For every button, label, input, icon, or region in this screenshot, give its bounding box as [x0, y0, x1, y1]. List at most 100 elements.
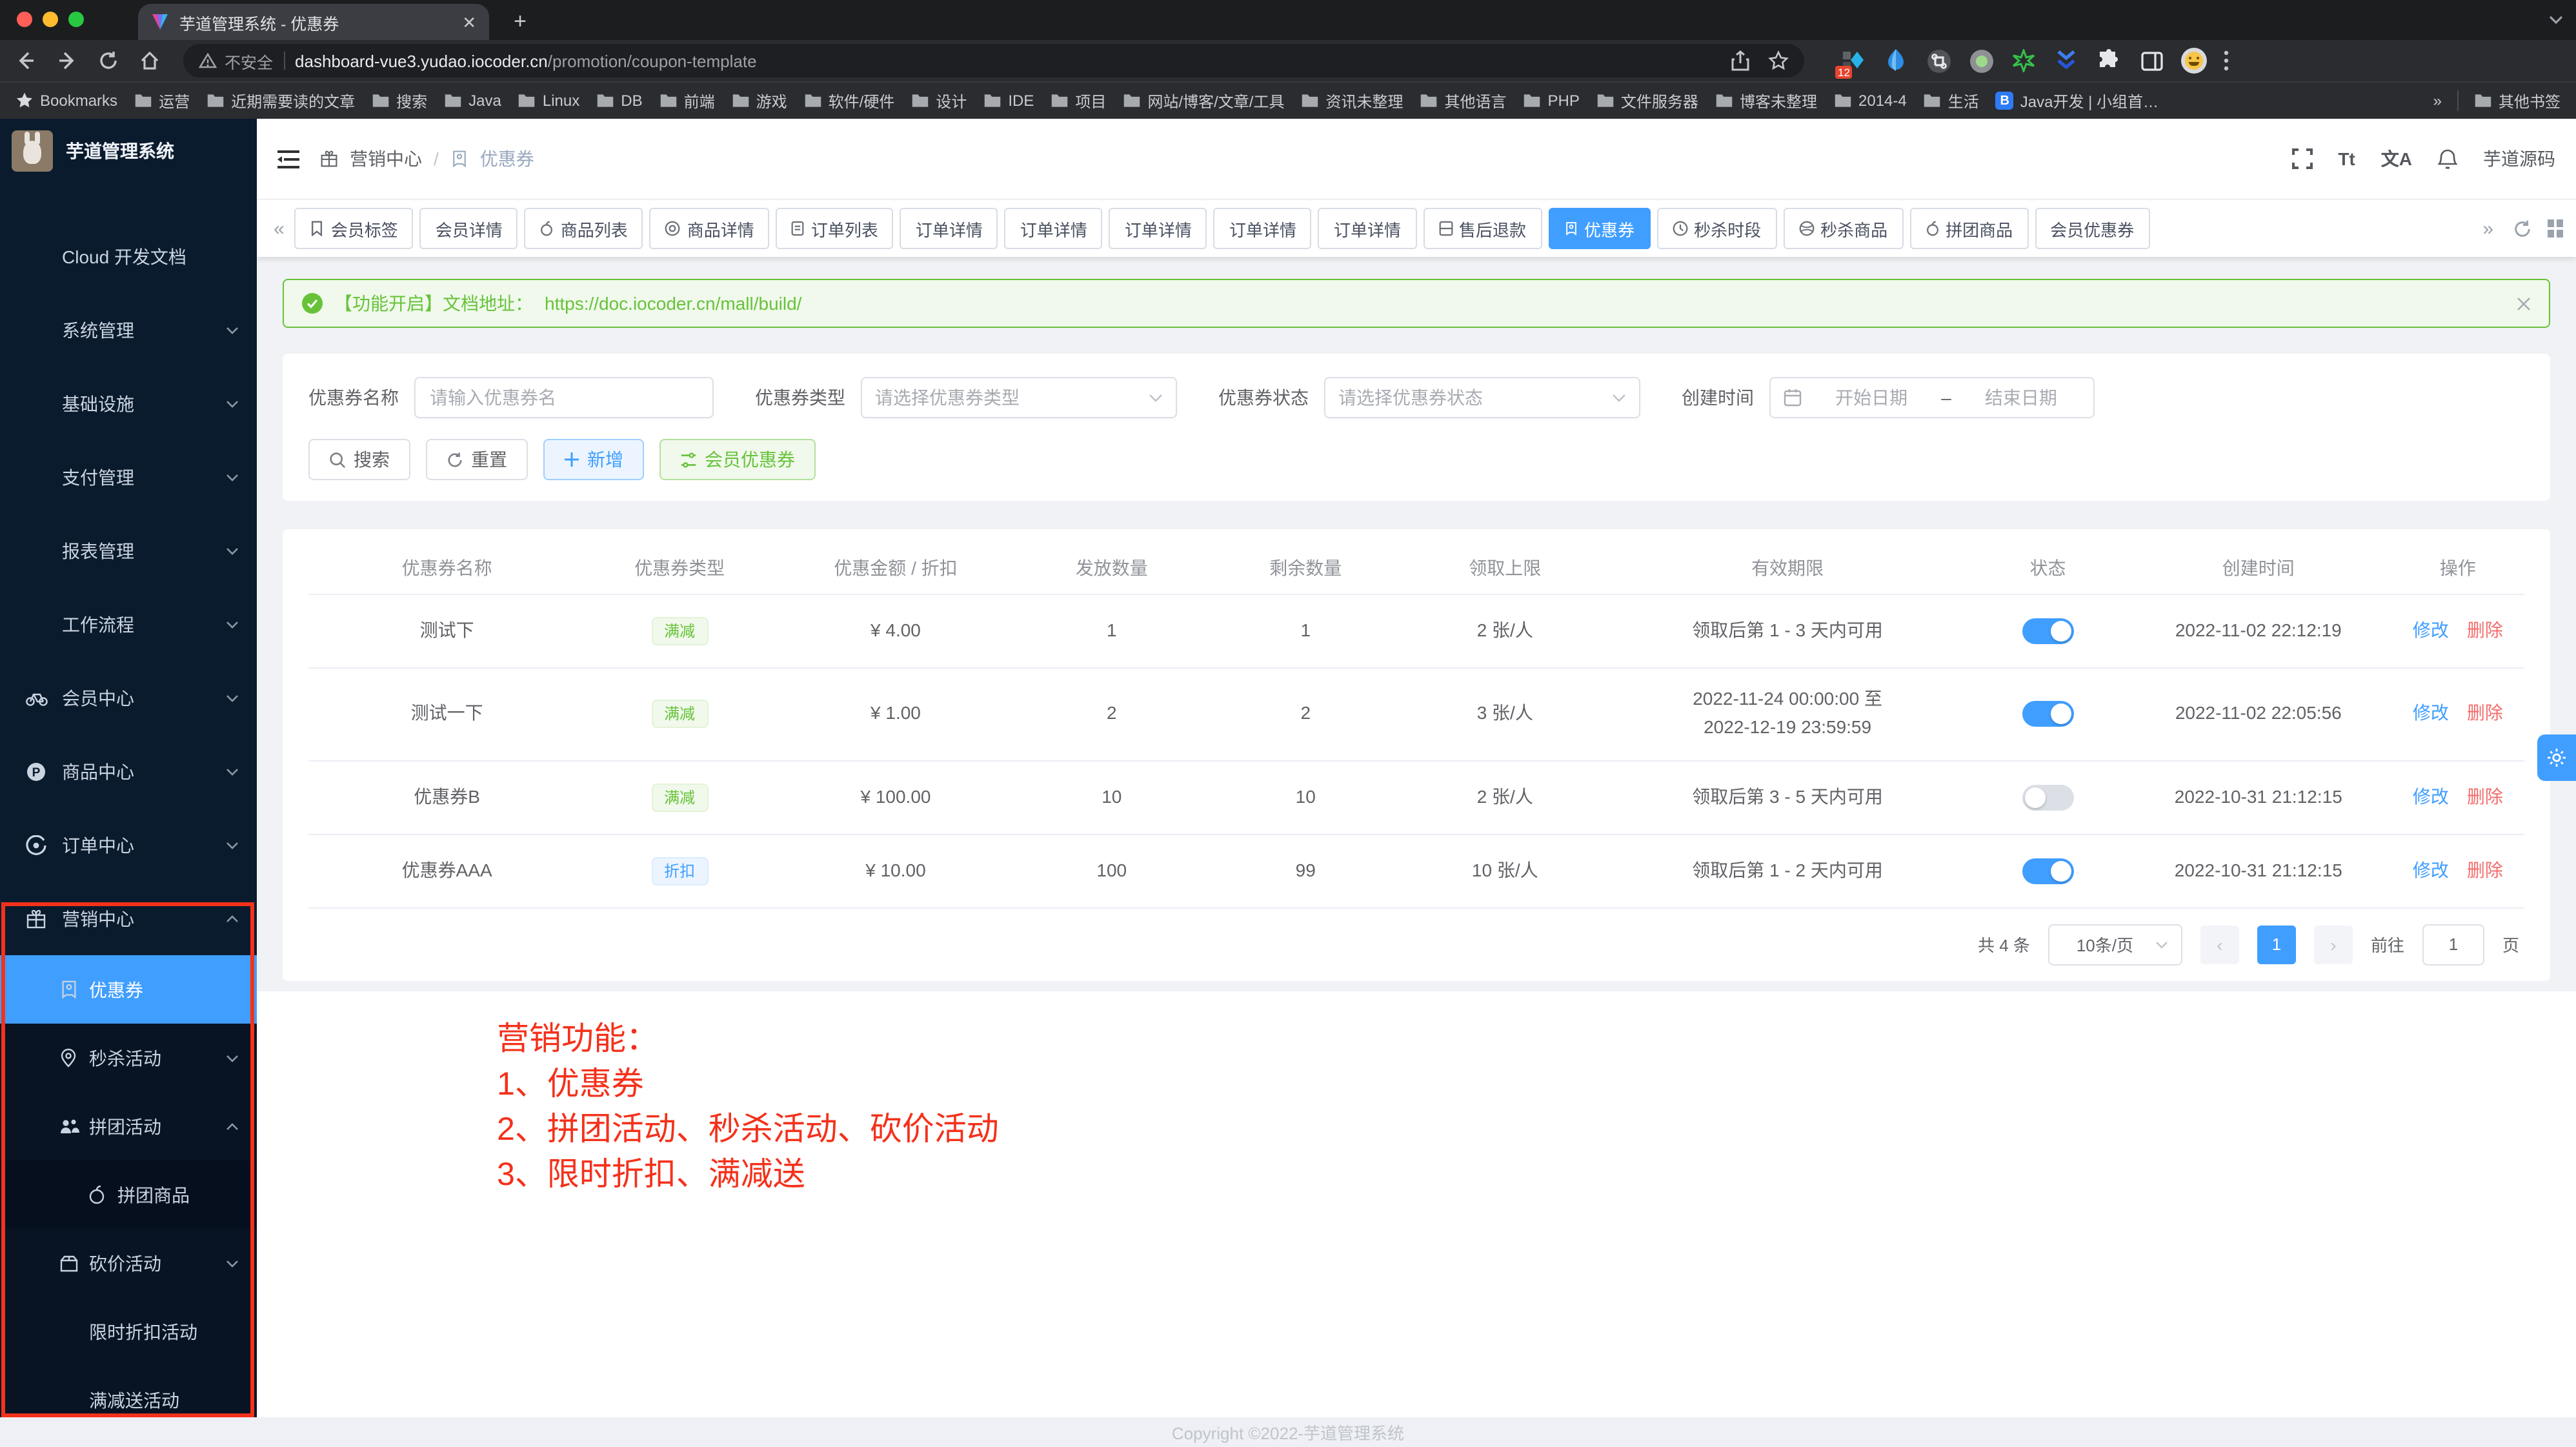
sidebar-item-marketing[interactable]: 营销中心 — [0, 882, 257, 955]
font-size-icon[interactable]: Tt — [2338, 148, 2355, 169]
edit-link[interactable]: 修改 — [2413, 702, 2449, 723]
sidebar-item-coupon[interactable]: 优惠券 — [0, 955, 257, 1024]
delete-link[interactable]: 删除 — [2467, 619, 2503, 640]
tabs-scroll-right[interactable]: » — [2479, 218, 2497, 239]
search-button[interactable]: 搜索 — [308, 439, 410, 480]
window-minimize-button[interactable] — [43, 12, 58, 27]
fullscreen-icon[interactable] — [2291, 148, 2312, 169]
bookmark-folder[interactable]: Java — [444, 92, 501, 110]
status-toggle[interactable] — [2022, 858, 2074, 884]
forward-icon[interactable] — [57, 50, 77, 71]
sidebar-fold-icon[interactable] — [277, 149, 299, 168]
bookmark-folder[interactable]: 设计 — [911, 90, 967, 112]
bookmark-folder[interactable]: PHP — [1524, 92, 1580, 110]
bookmark-folder[interactable]: 资讯未整理 — [1301, 90, 1403, 112]
browser-menu-icon[interactable] — [2224, 50, 2229, 71]
sidebar-item-seckill[interactable]: 秒杀活动 — [0, 1024, 257, 1092]
add-button[interactable]: 新增 — [543, 439, 644, 480]
bookmark-folder[interactable]: 文件服务器 — [1596, 90, 1698, 112]
extension-kite-icon[interactable] — [1883, 48, 1909, 74]
bookmark-folder[interactable]: 游戏 — [732, 90, 787, 112]
bookmark-link-java[interactable]: BJava开发 | 小组首… — [1996, 90, 2158, 112]
browser-tab[interactable]: 芋道管理系统 - 优惠券 ✕ — [138, 4, 489, 40]
page-tab[interactable]: 订单详情 — [1109, 208, 1207, 249]
sidebar-item-payment[interactable]: 支付管理 — [0, 440, 257, 514]
page-tab[interactable]: 秒杀时段 — [1656, 208, 1776, 249]
page-tab[interactable]: 订单详情 — [1214, 208, 1312, 249]
window-zoom-button[interactable] — [68, 12, 84, 27]
goto-page-input[interactable] — [2422, 924, 2484, 965]
alert-doc-link[interactable]: https://doc.iocoder.cn/mall/build/ — [545, 293, 801, 314]
security-chip[interactable]: 不安全 — [199, 48, 273, 73]
page-tab[interactable]: 会员详情 — [420, 208, 518, 249]
app-logo[interactable]: 芋道管理系统 — [0, 119, 257, 183]
bookmark-folder[interactable]: 博客未整理 — [1715, 90, 1817, 112]
status-toggle[interactable] — [2022, 702, 2074, 727]
extension-recorder-icon[interactable] — [1968, 48, 1994, 74]
sidebar-item-workflow[interactable]: 工作流程 — [0, 587, 257, 661]
sidebar-item-time-discount[interactable]: 限时折扣活动 — [0, 1297, 257, 1366]
bookmark-folder[interactable]: 生活 — [1924, 90, 1979, 112]
bookmark-folder[interactable]: DB — [596, 92, 642, 110]
edit-link[interactable]: 修改 — [2413, 619, 2449, 640]
status-toggle[interactable] — [2022, 618, 2074, 644]
page-tab[interactable]: 秒杀商品 — [1783, 208, 1903, 249]
extensions-puzzle-icon[interactable] — [2096, 48, 2122, 74]
bookmark-folder[interactable]: 搜索 — [372, 90, 427, 112]
bookmark-star-icon[interactable] — [1768, 50, 1789, 71]
language-icon[interactable]: 文A — [2381, 146, 2412, 172]
reload-icon[interactable] — [98, 50, 119, 71]
extension-command-icon[interactable] — [1926, 48, 1951, 74]
next-page-button[interactable]: › — [2314, 925, 2353, 964]
tabs-scroll-left[interactable]: « — [270, 218, 288, 239]
date-range-picker[interactable]: 开始日期 – 结束日期 — [1769, 377, 2095, 418]
edit-link[interactable]: 修改 — [2413, 859, 2449, 880]
breadcrumb-parent[interactable]: 营销中心 — [350, 146, 422, 172]
bookmarks-overflow-chevron[interactable]: » — [2433, 92, 2442, 110]
edit-link[interactable]: 修改 — [2413, 785, 2449, 806]
delete-link[interactable]: 删除 — [2467, 702, 2503, 723]
page-tab-active[interactable]: 优惠券 — [1548, 208, 1650, 249]
page-tab[interactable]: 会员标签 — [295, 208, 414, 249]
coupon-status-select[interactable]: 请选择优惠券状态 — [1324, 377, 1640, 418]
coupon-type-select[interactable]: 请选择优惠券类型 — [861, 377, 1177, 418]
page-tab[interactable]: 订单详情 — [900, 208, 998, 249]
settings-fab[interactable] — [2537, 734, 2576, 781]
home-icon[interactable] — [139, 50, 160, 71]
side-panel-icon[interactable] — [2138, 48, 2164, 74]
extension-double-chevron-icon[interactable] — [2053, 48, 2079, 74]
bookmark-folder[interactable]: IDE — [983, 92, 1034, 110]
sidebar-item-bargain[interactable]: 砍价活动 — [0, 1229, 257, 1297]
page-tab[interactable]: 拼团商品 — [1909, 208, 2028, 249]
bell-icon[interactable] — [2438, 148, 2457, 170]
delete-link[interactable]: 删除 — [2467, 859, 2503, 880]
sidebar-item-system[interactable]: 系统管理 — [0, 293, 257, 367]
delete-link[interactable]: 删除 — [2467, 785, 2503, 806]
sidebar-item-order[interactable]: 订单中心 — [0, 808, 257, 882]
bookmark-folder[interactable]: 2014-4 — [1834, 92, 1907, 110]
sidebar-item-product[interactable]: P 商品中心 — [0, 734, 257, 808]
sidebar-item-report[interactable]: 报表管理 — [0, 514, 257, 587]
layout-columns-icon[interactable] — [2548, 219, 2563, 238]
status-toggle[interactable] — [2022, 785, 2074, 811]
sidebar-item-groupbuy-product[interactable]: 拼团商品 — [0, 1160, 257, 1229]
bookmarks-root[interactable]: Bookmarks — [15, 92, 117, 110]
bookmark-folder[interactable]: 近期需要读的文章 — [206, 90, 355, 112]
profile-avatar[interactable] — [2181, 48, 2207, 74]
sidebar-item-member[interactable]: 会员中心 — [0, 661, 257, 734]
extension-adblock-icon[interactable]: 12 — [1840, 48, 1866, 74]
sidebar-item-cloud-docs[interactable]: Cloud 开发文档 — [0, 219, 257, 293]
bookmark-folder[interactable]: 网站/博客/文章/工具 — [1123, 90, 1284, 112]
new-tab-button[interactable]: + — [506, 8, 534, 36]
current-page-button[interactable]: 1 — [2257, 925, 2296, 964]
window-close-button[interactable] — [17, 12, 32, 27]
share-icon[interactable] — [1731, 50, 1750, 71]
tab-search-chevron-icon[interactable] — [2549, 15, 2563, 25]
prev-page-button[interactable]: ‹ — [2200, 925, 2239, 964]
username[interactable]: 芋道源码 — [2483, 146, 2555, 172]
page-tab[interactable]: 订单详情 — [1005, 208, 1103, 249]
page-tab[interactable]: 商品详情 — [650, 208, 770, 249]
page-size-select[interactable]: 10条/页 — [2048, 924, 2182, 965]
bookmark-folder[interactable]: 项目 — [1051, 90, 1106, 112]
tab-close-icon[interactable]: ✕ — [462, 14, 476, 30]
